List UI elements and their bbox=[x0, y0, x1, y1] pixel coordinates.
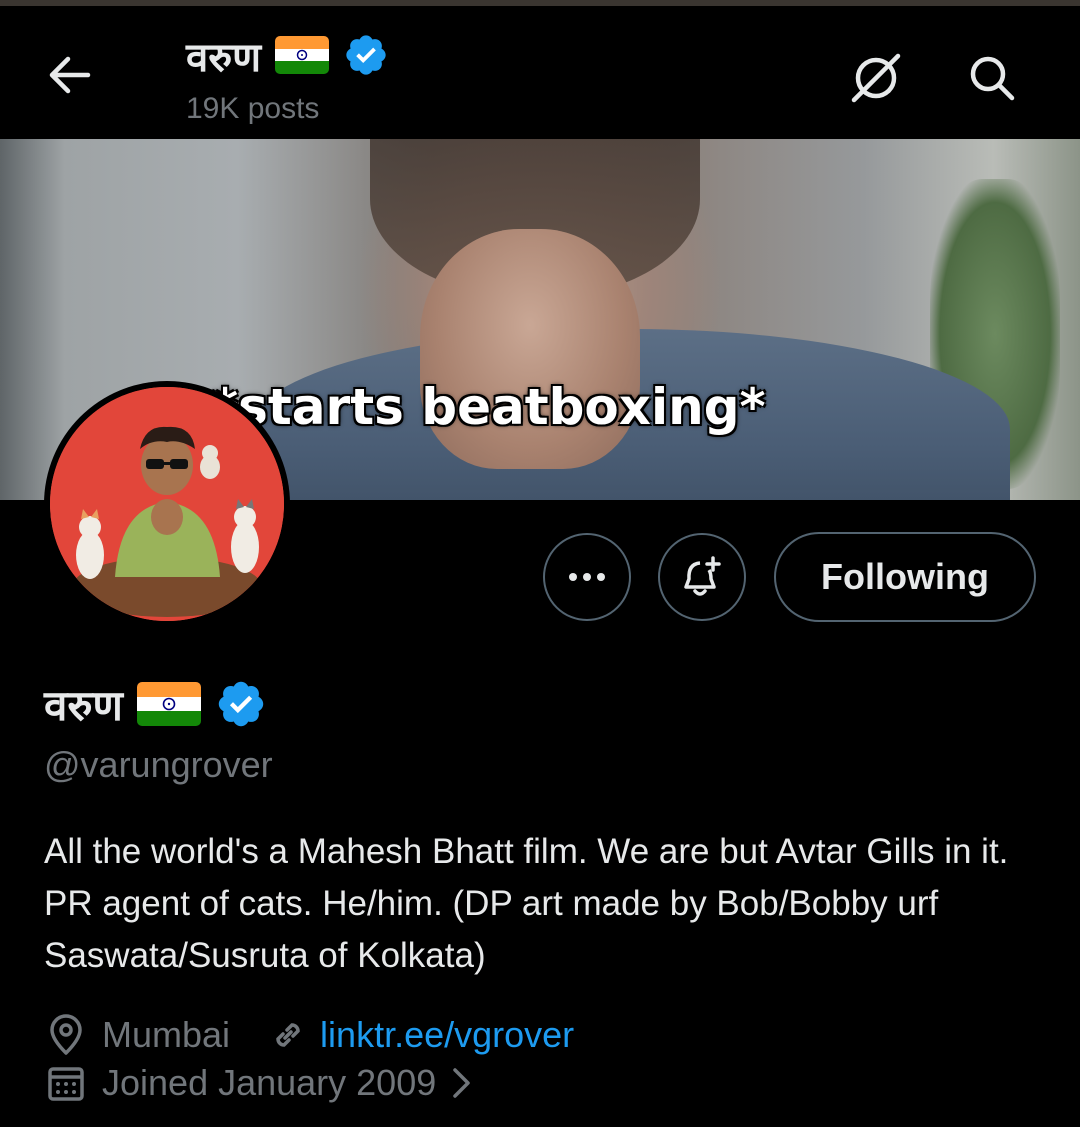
header-title-row: वरुण bbox=[186, 30, 389, 81]
india-flag-icon bbox=[136, 682, 201, 726]
avatar-illustration bbox=[50, 387, 284, 621]
posts-count: 19K posts bbox=[186, 92, 320, 125]
verified-badge-icon[interactable] bbox=[215, 678, 267, 730]
header-title: वरुण bbox=[186, 34, 262, 81]
link-icon bbox=[276, 1023, 300, 1047]
profile-bio: All the world's a Mahesh Bhatt film. We … bbox=[44, 832, 1009, 975]
more-button[interactable] bbox=[543, 533, 631, 621]
chevron-right-icon bbox=[453, 1068, 470, 1098]
following-button[interactable]: Following bbox=[774, 532, 1036, 622]
verified-badge-icon bbox=[346, 35, 386, 75]
location-icon bbox=[50, 1014, 82, 1055]
profile-meta-row: Mumbai linktr.ee/vgrover bbox=[44, 1010, 574, 1060]
profile-handle: @varungrover bbox=[44, 744, 273, 785]
profile-joined-row[interactable]: Joined January 2009 bbox=[44, 1058, 474, 1108]
profile-joined: Joined January 2009 bbox=[102, 1062, 437, 1103]
profile-website-link[interactable]: linktr.ee/vgrover bbox=[320, 1014, 574, 1056]
profile-location: Mumbai bbox=[102, 1014, 231, 1055]
more-icon bbox=[569, 573, 605, 581]
search-icon[interactable] bbox=[966, 52, 1018, 104]
notification-button[interactable] bbox=[658, 533, 746, 621]
profile-name-row: वरुण bbox=[44, 676, 267, 732]
profile-name: वरुण bbox=[44, 680, 123, 730]
back-arrow-icon[interactable] bbox=[44, 52, 94, 98]
calendar-icon bbox=[48, 1067, 84, 1101]
grok-icon[interactable] bbox=[848, 50, 904, 106]
avatar[interactable] bbox=[44, 381, 290, 627]
top-bar: वरुण 19K posts bbox=[0, 6, 1080, 139]
notification-bell-icon bbox=[684, 556, 721, 596]
india-flag-icon bbox=[275, 36, 330, 74]
